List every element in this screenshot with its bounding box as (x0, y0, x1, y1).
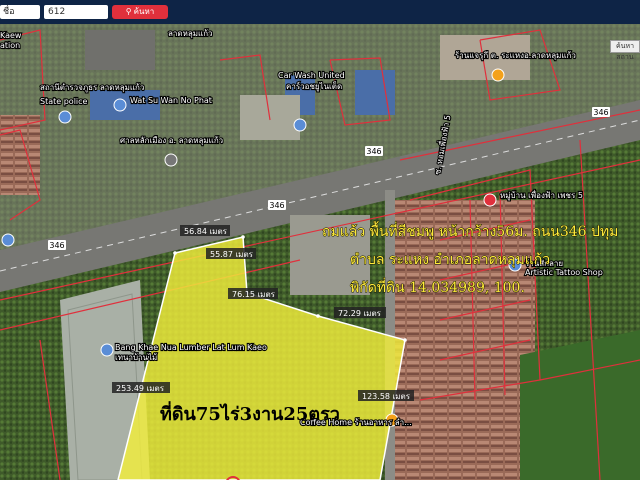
road-number: 346 (366, 147, 381, 156)
search-button-label: ค้นหา (133, 7, 155, 16)
measurement-label: 56.84 เมตร (184, 227, 228, 236)
place-label: Kaew (0, 31, 22, 40)
parcel-area-label: ที่ดิน75ไร่3งาน25ตรว (160, 401, 340, 425)
building-blue (355, 70, 395, 115)
measurement-label: 123.58 เมตร (362, 392, 411, 401)
listing-headline: ถมแล้ว พื้นที่สีชมพู หน้ากว้าง56ม. ถนน34… (322, 221, 618, 240)
police-station-label: สถานีตำรวจภูธร ลาดหลุมแก้ว (40, 83, 144, 93)
car-wash-label-th: คาร์วอชยูไนเต็ด (286, 81, 342, 92)
search-type-select[interactable]: ชื่อ (0, 5, 40, 19)
village-label: หมู่บ้าน เพื่องฟ้า เพชร 5 (500, 189, 583, 201)
satellite-map[interactable]: 346 346 346 346 ลาดหลุมแก้ว Kaew ation ส… (0, 0, 640, 480)
building (85, 30, 155, 70)
shrine-label: ศาลหลักเมือง อ. ลาดหลุมแก้ว (120, 136, 223, 145)
shop-label: ร้านแจรุกี ต. ระแหงอ.ลาดหลุมแก้ว (455, 51, 576, 60)
search-input[interactable]: 612 (44, 5, 108, 19)
temple-label: Wat Su Wan No Phat (130, 96, 212, 105)
map-search-control[interactable]: ค้นหาสถาน (610, 40, 640, 61)
car-wash-label: Car Wash United (278, 71, 345, 80)
rowhouses (0, 115, 40, 195)
search-toolbar: ชื่อ 612 ⚲ ค้นหา (0, 0, 640, 24)
lumber-label-th: เทนาบ้านไม้ (115, 353, 157, 362)
place-label: ลาดหลุมแก้ว (168, 29, 213, 38)
search-button[interactable]: ⚲ ค้นหา (112, 5, 168, 19)
search-icon: ⚲ (125, 7, 132, 16)
lumber-label: Bang Khae Nua Lumber Lat Lum Kaeo (115, 343, 267, 352)
place-label: ation (0, 41, 20, 50)
listing-coordinates: พิกัดที่ดิน 14.034989, 100. (350, 278, 525, 296)
measurement-label: 72.29 เมตร (338, 309, 382, 318)
measurement-label: 253.49 เมตร (116, 384, 165, 393)
police-station-label-en: State police (40, 97, 88, 106)
farm-field (520, 330, 640, 480)
housing-estate (395, 200, 535, 480)
measurement-label: 55.87 เมตร (210, 250, 254, 259)
road-number: 346 (593, 108, 608, 117)
road-number: 346 (269, 201, 284, 210)
listing-location: ตำบล ระแหง อำเภอลาดหลุมแก้ว (350, 252, 550, 268)
road-number: 346 (49, 241, 64, 250)
tattoo-label: Artistic Tattoo Shop (525, 268, 603, 277)
measurement-label: 76.15 เมตร (232, 290, 276, 299)
